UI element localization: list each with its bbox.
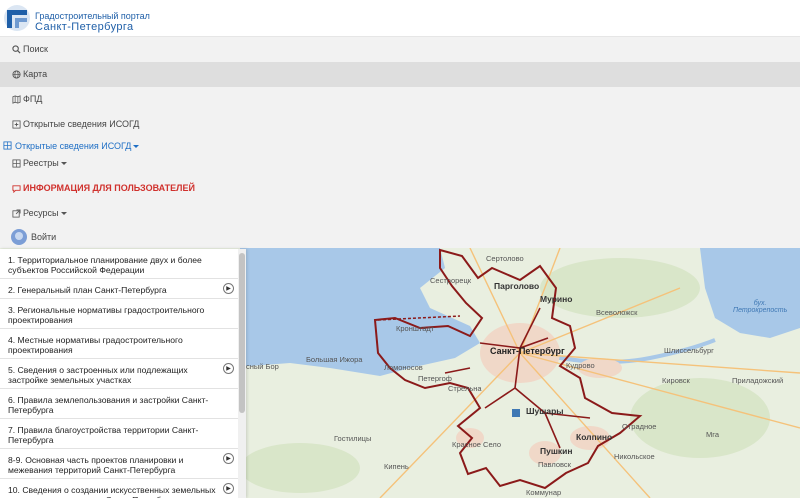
list-item-label: 10. Сведения о создании искусственных зе… [8,485,216,498]
map-label-kolpino: Колпино [576,432,613,442]
nav-open-isogd[interactable]: Открытые сведения ИСОГД [0,112,800,137]
chevron-right-icon[interactable]: ▶ [223,483,234,494]
map-label-kirovsk: Кировск [662,376,690,385]
nav-fpd-label: ФПД [23,94,43,104]
grid-icon [11,159,21,169]
map-label-kudrovo: Кудрово [566,361,595,370]
chat-icon [11,184,21,194]
map-label-otradnoe: Отрадное [622,422,657,431]
list-item-label: 1. Территориальное планирование двух и б… [8,255,202,275]
map-label-spb: Санкт-Петербург [490,346,565,356]
isogd-sections-panel: 1. Территориальное планирование двух и б… [0,249,246,498]
chevron-down-icon [133,144,140,148]
chevron-right-icon[interactable]: ▶ [223,363,234,374]
map-label-shlisselburg: Шлиссельбург [664,346,714,355]
chevron-down-icon [60,162,67,165]
main-nav: Поиск Карта ФПД Открытые сведения ИСОГД [0,37,800,137]
chevron-right-icon[interactable]: ▶ [223,283,234,294]
map-label-pavlovsk: Павловск [538,460,571,469]
map-icon [11,95,21,105]
map-label-kipen: Кипень [384,462,409,471]
map-label-kronshtadt: Кронштадт [396,324,435,333]
nav-user-info-label: ИНФОРМАЦИЯ ДЛЯ ПОЛЬЗОВАТЕЛЕЙ [23,183,195,193]
map-label-priladozhsky: Приладожский [732,376,784,385]
list-item-label: 3. Региональные нормативы градостроитель… [8,305,205,325]
list-item-label: 7. Правила благоустройства территории Са… [8,425,199,445]
list-item-label: 8-9. Основная часть проектов планировки … [8,455,184,475]
external-link-icon [11,209,21,219]
nav-search[interactable]: Поиск [0,37,800,62]
map-label-nikolskoe: Никольское [614,452,655,461]
map-label-pushkin: Пушкин [540,446,573,456]
map-label-sosnovy-bor: сный Бор [246,362,279,371]
nav-open-isogd-label: Открытые сведения ИСОГД [23,119,140,129]
list-item[interactable]: 1. Территориальное планирование двух и б… [0,249,238,279]
nav-resources[interactable]: Ресурсы [0,201,800,226]
nav-fpd[interactable]: ФПД [0,87,800,112]
map-label-lake: бух. Петрокрепость [733,300,788,314]
nav-registries[interactable]: Реестры [0,151,800,176]
nav-map[interactable]: Карта [0,62,800,87]
map-label-vsevolozhsk: Всеволожск [596,308,638,317]
map-label-krasnoe-selo: Красное Село [452,440,501,449]
plus-square-icon [11,120,21,130]
map-label-shushary: Шушары [526,406,564,416]
avatar [11,229,27,245]
map-label-pargolovo: Парголово [494,281,540,291]
list-item[interactable]: 7. Правила благоустройства территории Са… [0,419,238,449]
table-icon [3,141,13,151]
map-label-sertolovo: Сертолово [486,254,524,263]
portal-logo-icon[interactable] [3,4,31,32]
nav-registries-label: Реестры [23,158,59,168]
isogd-sections-list: 1. Территориальное планирование двух и б… [0,249,246,498]
list-item[interactable]: 4. Местные нормативы градостроительного … [0,329,238,359]
panel-scrollbar-thumb[interactable] [239,253,245,413]
nav-search-label: Поиск [23,44,48,54]
secondary-nav: Реестры ИНФОРМАЦИЯ ДЛЯ ПОЛЬЗОВАТЕЛЕЙ Рес… [0,151,800,248]
list-item[interactable]: 5. Сведения о застроенных или подлежащих… [0,359,238,389]
map-label-bolshaya-izhora: Большая Ижора [306,355,363,364]
map-label-strelna: Стрельна [448,384,482,393]
map-label-gostilitsy: Гостилицы [334,434,372,443]
header-bar: Градостроительный портал Санкт-Петербург… [0,0,800,37]
nav-login-label: Войти [31,231,57,242]
nav-user-info[interactable]: ИНФОРМАЦИЯ ДЛЯ ПОЛЬЗОВАТЕЛЕЙ [0,176,800,201]
map-label-kommunar: Коммунар [526,488,562,497]
nav-map-label: Карта [23,69,48,79]
list-item[interactable]: 2. Генеральный план Санкт-Петербурга ▶ [0,279,238,299]
list-item-label: 2. Генеральный план Санкт-Петербурга [8,285,167,295]
map-label-sestroretsk: Сестрорецк [430,276,472,285]
map-label-mga: Мга [706,430,719,439]
portal-title[interactable]: Градостроительный портал Санкт-Петербург… [35,11,150,33]
globe-icon [11,70,21,80]
map-label-peterhof: Петергоф [418,374,452,383]
map-label-murino: Мурино [540,294,573,304]
list-item[interactable]: 8-9. Основная часть проектов планировки … [0,449,238,479]
chevron-down-icon [60,212,67,215]
list-item[interactable]: 10. Сведения о создании искусственных зе… [0,479,238,498]
map-label-lomonosov: Ломоносов [384,363,423,372]
search-icon [11,45,21,55]
panel-scrollbar[interactable] [238,249,246,498]
nav-resources-label: Ресурсы [23,208,59,218]
list-item[interactable]: 3. Региональные нормативы градостроитель… [0,299,238,329]
list-item[interactable]: 6. Правила землепользования и застройки … [0,389,238,419]
portal-title-line2: Санкт-Петербурга [35,21,134,33]
list-item-label: 5. Сведения о застроенных или подлежащих… [8,365,188,385]
list-item-label: 4. Местные нормативы градостроительного … [8,335,183,355]
list-item-label: 6. Правила землепользования и застройки … [8,395,209,415]
nav-login[interactable]: Войти [0,226,800,248]
chevron-right-icon[interactable]: ▶ [223,453,234,464]
